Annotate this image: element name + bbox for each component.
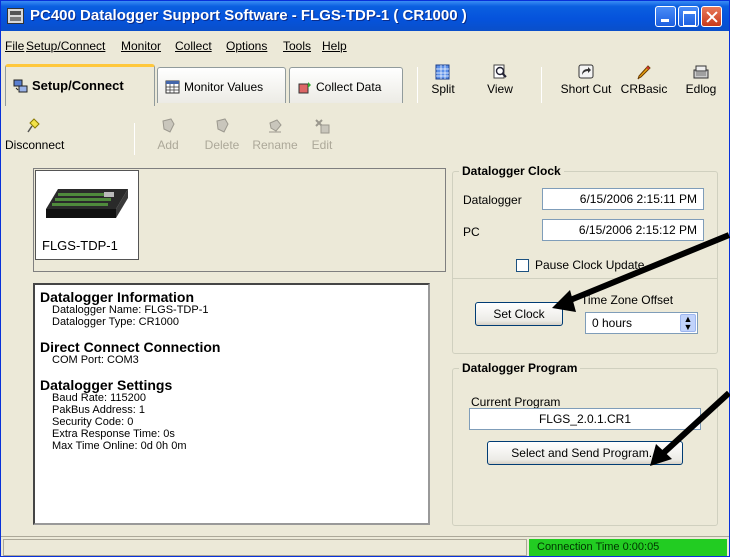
- edit-station-icon: [315, 119, 330, 134]
- datalogger-type-line: Datalogger Type: CR1000: [52, 316, 179, 328]
- datalogger-clock-field: 6/15/2006 2:15:11 PM: [542, 188, 704, 210]
- edit-label: Edit: [311, 138, 333, 152]
- extra-response-line: Extra Response Time: 0s: [52, 428, 175, 440]
- menu-help[interactable]: Help: [322, 39, 347, 53]
- station-list: FLGS-TDP-1: [33, 168, 446, 272]
- disconnect-plug-icon: [27, 118, 40, 133]
- pause-clock-checkbox[interactable]: [516, 259, 529, 272]
- tab-toolbar-row: Setup/Connect Monitor Values Collect Dat…: [1, 59, 729, 109]
- timezone-label: Time Zone Offset: [581, 293, 674, 307]
- station-item[interactable]: FLGS-TDP-1: [35, 170, 139, 260]
- tab-collect-data[interactable]: Collect Data: [289, 67, 403, 103]
- view-label: View: [487, 82, 513, 96]
- edlog-button[interactable]: Edlog: [682, 64, 720, 104]
- tab-monitor-values[interactable]: Monitor Values: [157, 67, 286, 103]
- disconnect-label: Disconnect: [5, 138, 65, 152]
- window-title: PC400 Datalogger Support Software - FLGS…: [30, 7, 467, 24]
- setup-toolbar: Disconnect Add Delete Rename Edit: [1, 113, 441, 161]
- shortcut-icon: [578, 64, 594, 79]
- com-port-line: COM Port: COM3: [52, 354, 139, 366]
- disconnect-button[interactable]: Disconnect: [5, 117, 65, 152]
- baud-rate-line: Baud Rate: 115200: [52, 392, 146, 404]
- split-button[interactable]: Split: [428, 64, 458, 104]
- app-window: PC400 Datalogger Support Software - FLGS…: [0, 0, 730, 557]
- menu-monitor[interactable]: Monitor: [121, 39, 161, 53]
- timezone-value: 0 hours: [592, 316, 633, 330]
- delete-label: Delete: [204, 138, 240, 152]
- datalogger-name-line: Datalogger Name: FLGS-TDP-1: [52, 304, 209, 316]
- menu-collect[interactable]: Collect: [175, 39, 212, 53]
- connection-heading: Direct Connect Connection: [40, 339, 221, 355]
- menu-tools[interactable]: Tools: [283, 39, 311, 53]
- rename-station-icon: [269, 119, 282, 133]
- add-station-icon: [162, 118, 175, 133]
- toolbar-separator: [541, 67, 542, 103]
- status-segment: [3, 539, 527, 556]
- add-button[interactable]: Add: [153, 117, 183, 152]
- edlog-label: Edlog: [685, 82, 717, 96]
- shortcut-label: Short Cut: [560, 82, 612, 96]
- view-button[interactable]: View: [483, 64, 517, 104]
- pause-clock-label: Pause Clock Update: [535, 258, 645, 272]
- datalogger-info-panel: Datalogger Information Datalogger Name: …: [33, 283, 430, 525]
- connection-time-indicator: Connection Time 0:00:05: [529, 539, 727, 556]
- rename-button[interactable]: Rename: [251, 117, 299, 152]
- tab-setup-connect[interactable]: Setup/Connect: [5, 64, 155, 106]
- program-group-title: Datalogger Program: [459, 361, 581, 375]
- settings-heading: Datalogger Settings: [40, 377, 173, 393]
- select-send-program-button[interactable]: Select and Send Program...: [487, 441, 683, 465]
- datalogger-clock-label: Datalogger: [463, 193, 522, 207]
- pakbus-line: PakBus Address: 1: [52, 404, 145, 416]
- menu-file[interactable]: File: [5, 39, 24, 53]
- collect-data-icon: [298, 82, 311, 94]
- crbasic-pencil-icon: [637, 65, 651, 80]
- tab-label: Monitor Values: [184, 80, 264, 94]
- add-label: Add: [157, 138, 179, 152]
- pc-clock-field: 6/15/2006 2:15:12 PM: [542, 219, 704, 241]
- station-name: FLGS-TDP-1: [42, 238, 118, 253]
- spin-arrows-icon[interactable]: ▲ ▼: [680, 314, 696, 332]
- crbasic-label: CRBasic: [620, 82, 668, 96]
- max-time-line: Max Time Online: 0d 0h 0m: [52, 440, 187, 452]
- timezone-spinner[interactable]: 0 hours ▲ ▼: [585, 312, 698, 334]
- datalogger-program-group: Datalogger Program Current Program FLGS_…: [452, 361, 718, 526]
- clock-divider: [453, 278, 717, 279]
- shortcut-button[interactable]: Short Cut: [558, 64, 614, 104]
- table-grid-icon: [165, 80, 180, 94]
- status-bar: Connection Time 0:00:05: [1, 536, 729, 556]
- tab-label: Collect Data: [316, 80, 382, 94]
- menu-bar: File Setup/Connect Monitor Collect Optio…: [1, 39, 729, 57]
- menu-setup-connect[interactable]: Setup/Connect: [26, 39, 105, 53]
- edit-button[interactable]: Edit: [308, 117, 336, 152]
- datalogger-clock-group: Datalogger Clock Datalogger 6/15/2006 2:…: [452, 164, 718, 354]
- tab-label: Setup/Connect: [32, 78, 124, 93]
- computer-connect-icon: [13, 79, 28, 93]
- view-magnifier-icon: [493, 64, 507, 79]
- app-icon[interactable]: [7, 8, 24, 24]
- close-button[interactable]: [701, 6, 722, 27]
- delete-station-icon: [216, 118, 229, 133]
- security-code-line: Security Code: 0: [52, 416, 134, 428]
- toolbar-separator: [417, 67, 418, 103]
- set-clock-button[interactable]: Set Clock: [475, 302, 563, 326]
- crbasic-button[interactable]: CRBasic: [618, 64, 670, 104]
- menu-options[interactable]: Options: [226, 39, 267, 53]
- title-bar[interactable]: PC400 Datalogger Support Software - FLGS…: [1, 1, 729, 31]
- minimize-button[interactable]: [655, 6, 676, 27]
- split-icon: [435, 64, 450, 80]
- maximize-button[interactable]: [678, 6, 699, 27]
- pc-clock-label: PC: [463, 225, 480, 239]
- delete-button[interactable]: Delete: [201, 117, 243, 152]
- current-program-field: FLGS_2.0.1.CR1: [469, 408, 701, 430]
- edlog-icon: [693, 65, 709, 79]
- datalogger-device-icon: [46, 189, 128, 218]
- clock-group-title: Datalogger Clock: [459, 164, 564, 178]
- current-program-label: Current Program: [471, 395, 561, 409]
- toolbar-separator: [134, 123, 135, 155]
- datalogger-info-heading: Datalogger Information: [40, 289, 195, 305]
- split-label: Split: [431, 82, 455, 96]
- rename-label: Rename: [252, 138, 298, 152]
